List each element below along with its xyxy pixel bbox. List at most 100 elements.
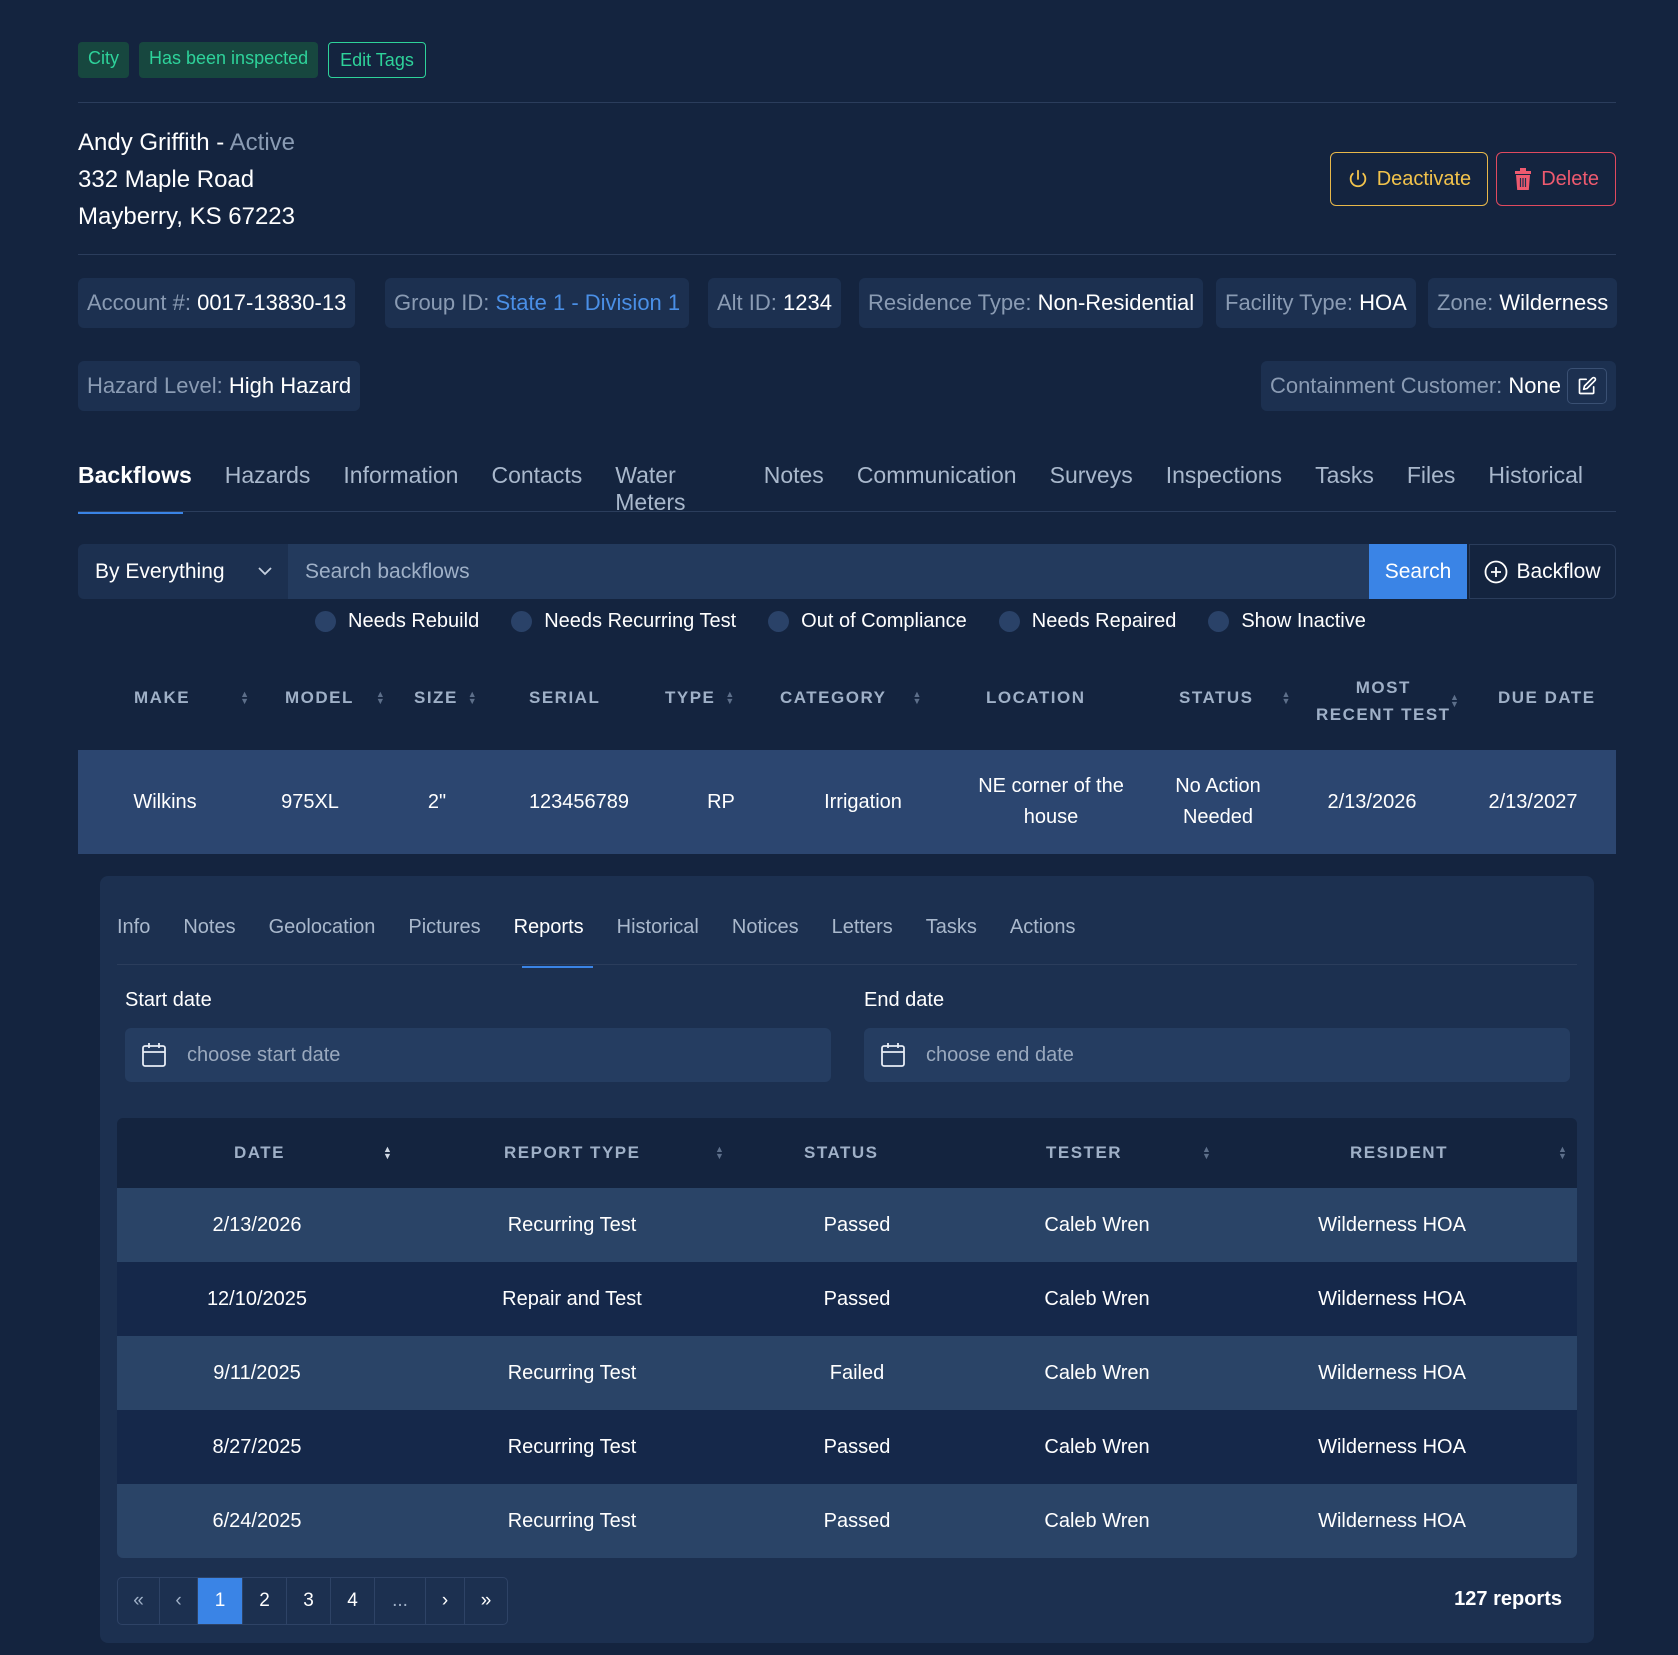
col-serial: SERIAL <box>529 688 600 708</box>
col-status: STATUS <box>804 1118 878 1188</box>
sort-icon: ▲ ▼ <box>1202 1144 1213 1161</box>
col-resident[interactable]: RESIDENT <box>1350 1118 1448 1188</box>
filter-show-inactive[interactable]: Show Inactive <box>1208 610 1366 633</box>
filter-needs-rebuild[interactable]: Needs Rebuild <box>315 610 479 633</box>
cell-report-type: Repair and Test <box>502 1287 642 1310</box>
col-label: RECENT TEST <box>1316 705 1451 724</box>
active-subtab-indicator <box>522 966 593 968</box>
report-row[interactable]: 12/10/2025 Repair and Test Passed Caleb … <box>117 1262 1577 1336</box>
col-category[interactable]: CATEGORY ▲ ▼ <box>780 688 923 708</box>
subtab-actions[interactable]: Actions <box>1010 916 1076 939</box>
col-tester[interactable]: TESTER <box>1046 1118 1122 1188</box>
group-link[interactable]: State 1 - Division 1 <box>496 290 681 316</box>
tab-contacts[interactable]: Contacts <box>491 462 582 516</box>
tab-historical[interactable]: Historical <box>1488 462 1583 516</box>
subtab-reports[interactable]: Reports <box>514 916 584 939</box>
tab-files[interactable]: Files <box>1407 462 1456 516</box>
col-date[interactable]: DATE <box>234 1118 285 1188</box>
report-row[interactable]: 2/13/2026 Recurring Test Passed Caleb Wr… <box>117 1188 1577 1262</box>
containment-customer-pill: Containment Customer: None <box>1260 361 1616 411</box>
subtab-tasks[interactable]: Tasks <box>926 916 977 939</box>
col-size[interactable]: SIZE ▲ ▼ <box>414 688 478 708</box>
edit-containment-button[interactable] <box>1567 368 1607 404</box>
tab-hazards[interactable]: Hazards <box>225 462 311 516</box>
tab-water-meters[interactable]: Water Meters <box>615 462 730 516</box>
col-status[interactable]: STATUS ▲ ▼ <box>1179 688 1292 708</box>
cell-resident: Wilderness HOA <box>1318 1287 1466 1310</box>
subtab-notes[interactable]: Notes <box>183 916 235 939</box>
col-label: TESTER <box>1046 1143 1123 1162</box>
search-scope-select[interactable]: By Everything <box>78 544 288 599</box>
delete-label: Delete <box>1541 167 1599 190</box>
page-1-button[interactable]: 1 <box>198 1578 243 1624</box>
filter-needs-repaired[interactable]: Needs Repaired <box>998 610 1177 633</box>
checkbox[interactable] <box>998 611 1020 632</box>
tab-surveys[interactable]: Surveys <box>1050 462 1133 516</box>
checkbox[interactable] <box>1208 611 1230 632</box>
next-page-button[interactable]: › <box>426 1578 465 1624</box>
checkbox[interactable] <box>768 611 790 632</box>
pagination: « ‹ 1 2 3 4 ... › » <box>117 1577 508 1625</box>
cell-status: Failed <box>829 1361 885 1384</box>
report-row[interactable]: 9/11/2025 Recurring Test Failed Caleb Wr… <box>117 1336 1577 1410</box>
account-label: Account #: <box>87 290 191 315</box>
col-type[interactable]: TYPE ▲ ▼ <box>665 688 736 708</box>
report-row[interactable]: 8/27/2025 Recurring Test Passed Caleb Wr… <box>117 1410 1577 1484</box>
edit-tags-button[interactable]: Edit Tags <box>328 42 426 78</box>
col-report-type[interactable]: REPORT TYPE <box>504 1118 640 1188</box>
tab-inspections[interactable]: Inspections <box>1166 462 1282 516</box>
hazard-level-pill: Hazard Level: High Hazard <box>78 361 361 411</box>
search-input[interactable]: Search backflows <box>288 544 1369 599</box>
sort-icon: ▲ ▼ <box>1450 692 1461 709</box>
cell-make: Wilkins <box>133 790 197 813</box>
subtab-letters[interactable]: Letters <box>832 916 893 939</box>
end-date-input[interactable]: choose end date <box>864 1028 1570 1082</box>
filter-out-of-compliance[interactable]: Out of Compliance <box>768 610 967 633</box>
filter-label: Needs Repaired <box>1031 610 1177 632</box>
col-make[interactable]: MAKE ▲ ▼ <box>134 688 250 708</box>
residence-type-pill: Residence Type: Non-Residential <box>859 278 1204 328</box>
tab-tasks[interactable]: Tasks <box>1315 462 1374 516</box>
zone-value: Wilderness <box>1499 290 1609 315</box>
trash-icon <box>1515 168 1532 190</box>
checkbox[interactable] <box>511 611 533 632</box>
add-backflow-button[interactable]: Backflow <box>1469 544 1616 599</box>
deactivate-button[interactable]: Deactivate <box>1329 152 1489 206</box>
customer-header: Andy Griffith - Active 332 Maple Road Ma… <box>78 124 295 235</box>
address-line-1: 332 Maple Road <box>78 166 255 193</box>
delete-button[interactable]: Delete <box>1496 152 1616 206</box>
prev-page-button[interactable]: ‹ <box>160 1578 198 1624</box>
report-row[interactable]: 6/24/2025 Recurring Test Passed Caleb Wr… <box>117 1484 1577 1558</box>
subtab-notices[interactable]: Notices <box>732 916 799 939</box>
col-most-recent-test[interactable]: MOST RECENT TEST <box>1316 674 1451 728</box>
start-date-input[interactable]: choose start date <box>125 1028 831 1082</box>
backflow-row[interactable]: Wilkins 975XL 2" 123456789 RP Irrigation… <box>78 750 1616 854</box>
tab-notes[interactable]: Notes <box>764 462 824 516</box>
filter-needs-recurring-test[interactable]: Needs Recurring Test <box>511 610 736 633</box>
page-3-button[interactable]: 3 <box>287 1578 331 1624</box>
cell-resident: Wilderness HOA <box>1318 1213 1466 1236</box>
tab-communication[interactable]: Communication <box>857 462 1017 516</box>
sort-icon: ▲ ▼ <box>1558 1144 1569 1161</box>
cell-type: RP <box>707 790 735 813</box>
page-4-button[interactable]: 4 <box>331 1578 375 1624</box>
filter-label: Show Inactive <box>1241 610 1366 632</box>
subtab-historical[interactable]: Historical <box>617 916 699 939</box>
checkbox[interactable] <box>315 611 336 632</box>
page-2-button[interactable]: 2 <box>243 1578 287 1624</box>
filter-label: Out of Compliance <box>801 610 967 632</box>
sort-icon: ▲ ▼ <box>725 689 736 706</box>
calendar-icon <box>881 1043 905 1067</box>
containment-label: Containment Customer: <box>1269 373 1503 398</box>
col-model[interactable]: MODEL ▲ ▼ <box>285 688 386 708</box>
tab-information[interactable]: Information <box>343 462 458 516</box>
last-page-button[interactable]: » <box>465 1578 507 1624</box>
search-button[interactable]: Search <box>1369 544 1467 599</box>
subtab-pictures[interactable]: Pictures <box>408 916 480 939</box>
cell-category: Irrigation <box>824 790 902 813</box>
subtab-geolocation[interactable]: Geolocation <box>269 916 376 939</box>
col-due-date: DUE DATE <box>1498 688 1596 708</box>
first-page-button[interactable]: « <box>118 1578 160 1624</box>
subtab-info[interactable]: Info <box>117 916 150 939</box>
tab-backflows[interactable]: Backflows <box>78 462 192 516</box>
